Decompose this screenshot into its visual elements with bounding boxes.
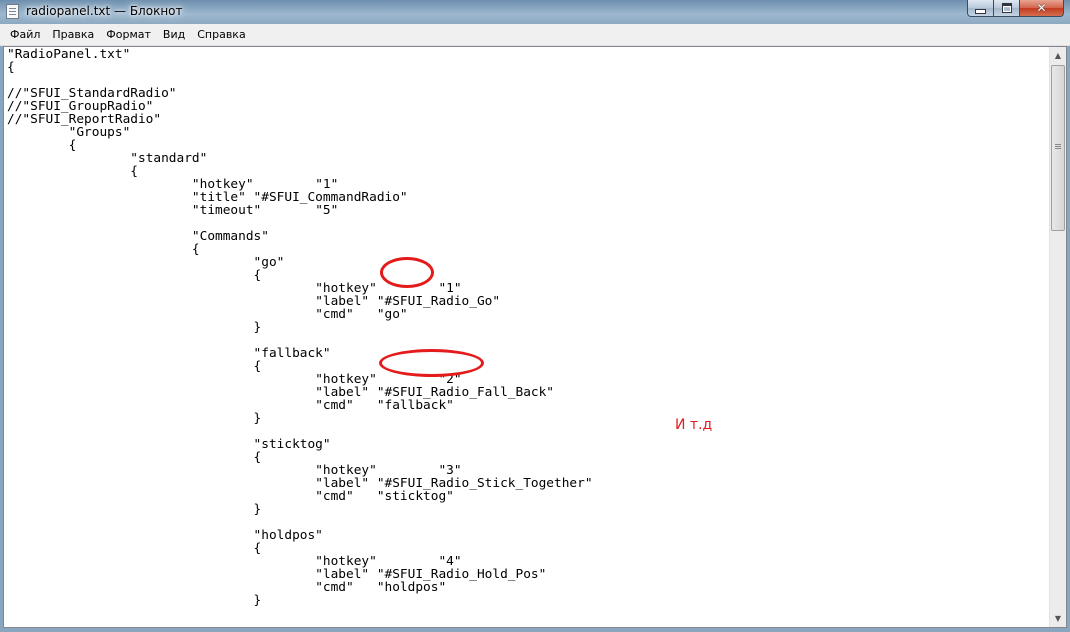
menu-edit[interactable]: Правка (46, 25, 100, 45)
highlight-circle-go (380, 257, 434, 288)
menu-file[interactable]: Файл (4, 25, 46, 45)
menu-help[interactable]: Справка (191, 25, 251, 45)
text-editor[interactable]: "RadioPanel.txt"{//"SFUI_StandardRadio" /… (3, 46, 1067, 628)
text-line: //"SFUI_ReportRadio" (7, 112, 162, 127)
text-line: { (7, 60, 15, 75)
text-content[interactable]: "RadioPanel.txt"{//"SFUI_StandardRadio" /… (7, 48, 1047, 626)
maximize-icon (1001, 3, 1012, 13)
title-bar[interactable]: radiopanel.txt — Блокнот ✕ (0, 0, 1070, 24)
text-line: "standard" (7, 151, 208, 166)
window-controls: ✕ (967, 0, 1064, 18)
vertical-scrollbar[interactable]: ▲ ▼ (1049, 47, 1066, 627)
close-icon: ✕ (1036, 1, 1047, 15)
chevron-up-icon: ▲ (1054, 51, 1062, 60)
highlight-circle-fallback (379, 349, 484, 377)
menu-format[interactable]: Формат (100, 25, 157, 45)
close-button[interactable]: ✕ (1020, 0, 1064, 17)
minimize-icon (975, 8, 986, 14)
chevron-down-icon: ▼ (1054, 614, 1062, 623)
text-line: "timeout" "5" (7, 203, 339, 218)
scroll-up-button[interactable]: ▲ (1050, 47, 1066, 64)
window-title: radiopanel.txt — Блокнот (26, 4, 183, 18)
text-line: "RadioPanel.txt" (7, 48, 131, 62)
notepad-window: radiopanel.txt — Блокнот ✕ Файл Правка Ф… (0, 0, 1070, 632)
menu-bar: Файл Правка Формат Вид Справка (0, 24, 1070, 46)
text-line: } (7, 593, 262, 608)
text-line: "Groups" (7, 125, 131, 140)
text-line: } (7, 502, 262, 517)
maximize-button[interactable] (994, 0, 1020, 17)
menu-view[interactable]: Вид (157, 25, 191, 45)
text-line: } (7, 320, 262, 335)
notepad-app-icon[interactable] (6, 4, 19, 19)
text-line: //"SFUI_GroupRadio" (7, 99, 154, 114)
scroll-thumb[interactable] (1051, 65, 1065, 231)
text-line: } (7, 411, 262, 426)
scroll-down-button[interactable]: ▼ (1050, 610, 1066, 627)
minimize-button[interactable] (967, 0, 994, 17)
annotation-note: И т.д (675, 417, 713, 433)
text-line: //"SFUI_StandardRadio" (7, 86, 177, 101)
